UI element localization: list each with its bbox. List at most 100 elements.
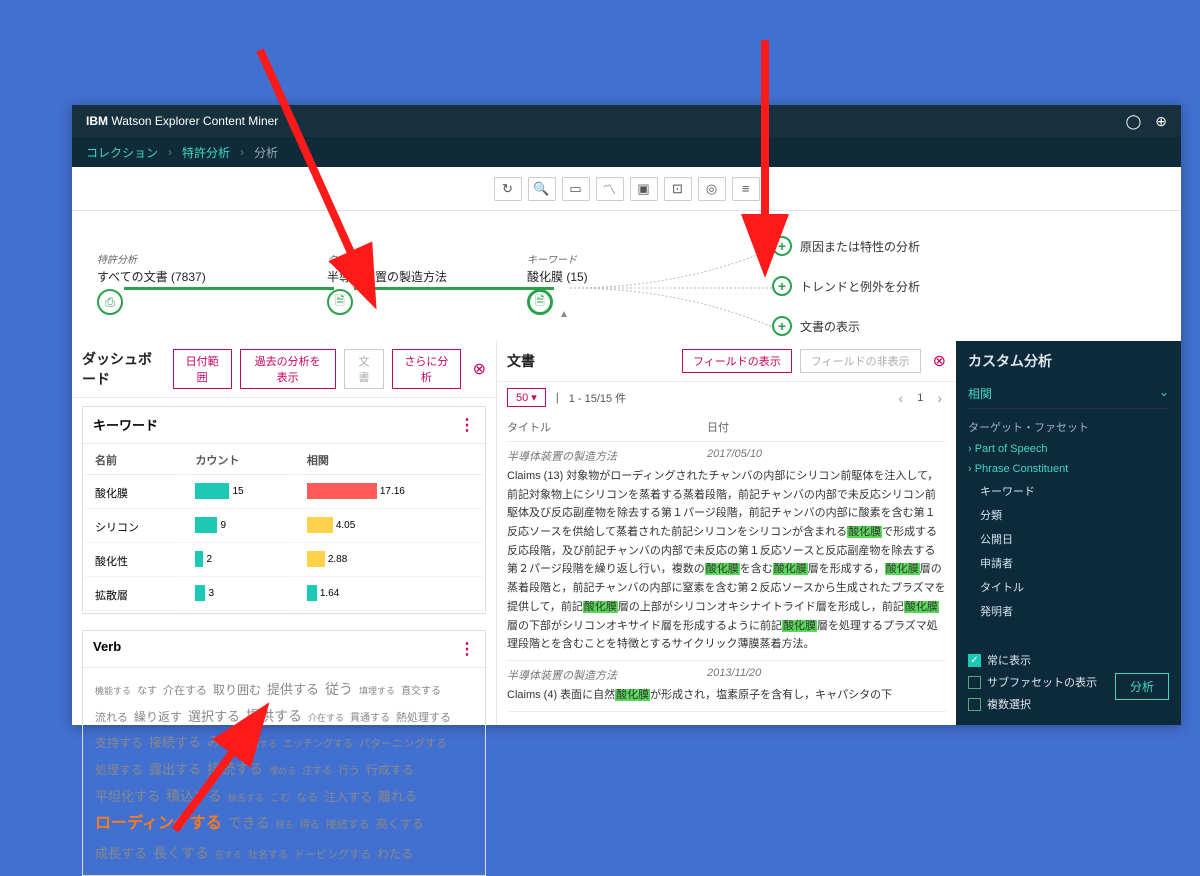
branch-trend-analysis[interactable]: + トレンドと例外を分析 [772,276,920,296]
date-range-button[interactable]: 日付範囲 [173,349,232,389]
analysis-type-select[interactable]: 相関⌄ [968,379,1169,409]
cloud-word[interactable]: 接続する [149,731,201,756]
toolbar-refresh-icon[interactable]: ↻ [494,177,522,201]
cloud-word[interactable]: 従う [325,676,353,703]
cloud-word[interactable]: 行う [338,761,360,782]
cloud-word[interactable]: なる [296,788,318,809]
cloud-word[interactable]: 除去する [228,790,264,807]
cloud-word[interactable]: 貫通する [350,709,390,728]
branch-cause-analysis[interactable]: + 原因または特性の分析 [772,236,920,256]
cloud-word[interactable]: パターニングする [359,734,447,755]
card-menu-icon[interactable]: ⋮ [459,415,475,435]
next-page-button[interactable]: › [933,390,946,406]
facet-item[interactable]: キーワード [968,479,1169,503]
cloud-word[interactable]: 注する [302,762,332,781]
table-row[interactable]: シリコン 9 4.05 [85,511,483,543]
table-row[interactable]: 拡散層 3 1.64 [85,579,483,611]
cloud-word[interactable]: 接続する [326,815,370,836]
toolbar-search-icon[interactable]: 🔍 [528,177,556,201]
keyword-node-icon[interactable]: 🗎 [527,289,553,315]
cloud-word[interactable]: ドーピングする [294,845,371,866]
cloud-word[interactable]: 填埋する [359,683,395,700]
checkbox-always-show[interactable]: ✓ [968,654,981,667]
more-analysis-button[interactable]: さらに分析 [392,349,460,389]
table-row[interactable]: 酸化性 2 2.88 [85,545,483,577]
title-node-icon[interactable]: 🗎 [327,289,353,315]
cloud-word[interactable]: できる [228,810,270,837]
cloud-word[interactable]: 行成する [366,759,414,782]
checkbox-subfacet[interactable] [968,676,981,689]
card-menu-icon[interactable]: ⋮ [459,639,475,659]
cloud-word[interactable]: 処理する [95,759,143,782]
prev-page-button[interactable]: ‹ [895,390,908,406]
facet-item[interactable]: 申請者 [968,551,1169,575]
close-icon[interactable]: ⊗ [473,359,486,379]
cloud-word[interactable]: 介在する [308,710,344,727]
path-node-root: 特許分析 すべての文書 (7837) ⎙ [97,251,206,315]
page-size-select[interactable]: 50 ▾ [507,388,546,407]
cloud-word[interactable]: 残る [276,817,294,834]
cloud-word[interactable]: 注入する [324,786,372,809]
cloud-word[interactable]: 在する [215,847,242,864]
document-row[interactable]: 半導体装置の製造方法2013/11/20Claims (4) 表面に自然酸化膜が… [507,661,946,712]
plus-icon: + [772,316,792,336]
facet-parent[interactable]: › Phrase Constituent [968,459,1169,479]
cloud-word[interactable]: 得る [300,816,320,835]
cloud-word-highlight[interactable]: ローディングする [95,809,222,839]
cloud-word[interactable]: 熱処理する [396,708,451,729]
toolbar-doc-icon[interactable]: ▭ [562,177,590,201]
cloud-word[interactable]: 露出する [149,758,201,783]
globe-icon[interactable]: ⊕ [1155,113,1167,130]
cloud-word[interactable]: 埋める [269,763,296,780]
breadcrumb-collection[interactable]: コレクション [86,144,158,161]
toolbar-monitor-icon[interactable]: ⊡ [664,177,692,201]
facet-item[interactable]: 分類 [968,503,1169,527]
analysis-path: 特許分析 すべての文書 (7837) ⎙ タイトル 半導体装置の製造方法 🗎 キ… [72,211,1181,341]
cloud-word[interactable]: 高くする [376,813,424,836]
cloud-word[interactable]: 提供する [267,678,319,703]
path-node-title: タイトル 半導体装置の製造方法 🗎 [327,251,447,315]
cloud-word[interactable]: 流れる [95,708,128,729]
facet-item[interactable]: タイトル [968,575,1169,599]
toolbar-target-icon[interactable]: ◎ [698,177,726,201]
toolbar-chart-icon[interactable]: 〽 [596,177,624,201]
collection-node-icon[interactable]: ⎙ [97,289,123,315]
cloud-word[interactable]: 杜名する [248,846,288,865]
cloud-word[interactable]: 取り囲む [213,679,261,702]
cloud-word[interactable]: わたる [377,843,413,866]
cloud-word[interactable]: 支持する [95,732,143,755]
cloud-word[interactable]: 離れる [378,785,417,810]
cloud-word[interactable]: 成長する [95,842,147,867]
toolbar-settings-icon[interactable]: ≡ [732,177,760,201]
cloud-word[interactable]: 提供する [246,703,302,730]
cloud-word[interactable]: 機能する [95,683,131,700]
past-analysis-button[interactable]: 過去の分析を表示 [240,349,336,389]
cloud-word[interactable]: 平坦化する [95,785,160,810]
table-row[interactable]: 酸化膜 15 17.16 [85,477,483,509]
cloud-word[interactable]: エッチングする [283,735,353,754]
cloud-word[interactable]: みる [207,729,235,756]
breadcrumb-analysis-name[interactable]: 特許分析 [182,144,230,161]
cloud-word[interactable]: 供給する [241,736,277,753]
cloud-word[interactable]: 介在する [163,681,207,702]
show-fields-button[interactable]: フィールドの表示 [682,349,792,373]
user-icon[interactable]: ◯ [1126,113,1142,130]
toolbar-card-icon[interactable]: ▣ [630,177,658,201]
cloud-word[interactable]: なす [137,682,157,701]
cloud-word[interactable]: 長くする [153,840,209,867]
cloud-word[interactable]: 選択する [188,705,240,730]
document-row[interactable]: 半導体装置の製造方法2017/05/10Claims (13) 対象物がローディ… [507,442,946,661]
close-icon[interactable]: ⊗ [933,351,946,371]
cloud-word[interactable]: 直交する [401,682,441,701]
cloud-word[interactable]: 接続する [207,756,263,783]
checkbox-multiselect[interactable] [968,698,981,711]
analyze-button[interactable]: 分析 [1115,673,1169,700]
facet-parent[interactable]: › Part of Speech [968,439,1169,459]
branch-show-docs[interactable]: + 文書の表示 [772,316,860,336]
cloud-word[interactable]: 積込する [166,783,222,810]
toolbar: ↻ 🔍 ▭ 〽 ▣ ⊡ ◎ ≡ [72,167,1181,211]
cloud-word[interactable]: こむ [270,789,290,808]
cloud-word[interactable]: 繰り返す [134,706,182,729]
facet-item[interactable]: 公開日 [968,527,1169,551]
facet-item[interactable]: 発明者 [968,599,1169,623]
